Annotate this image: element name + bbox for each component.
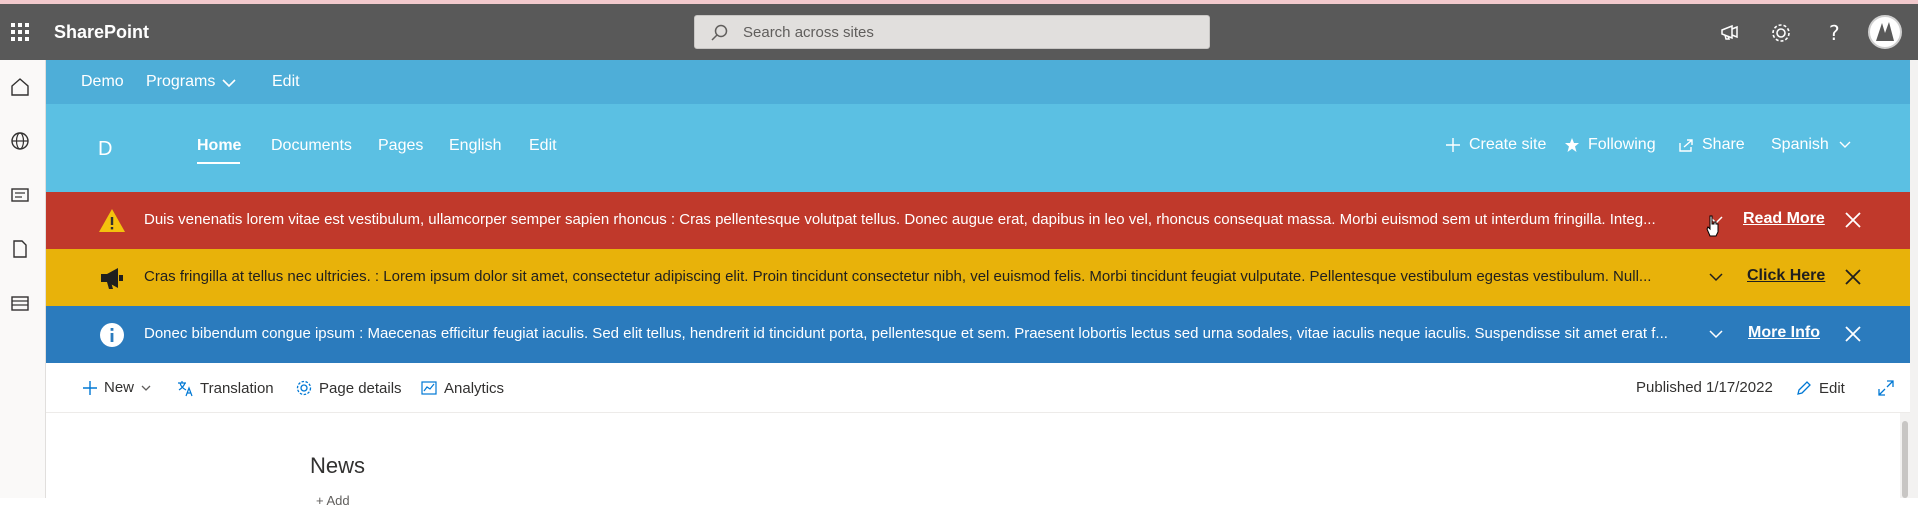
avatar[interactable]	[1868, 15, 1902, 49]
command-bar: New Translation Page details Analytics P…	[46, 363, 1910, 413]
scrollbar-thumb[interactable]	[1902, 421, 1908, 498]
file-icon[interactable]	[9, 238, 31, 260]
site-nav-pages[interactable]: Pages	[378, 137, 423, 155]
chevron-down-icon[interactable]	[1707, 325, 1725, 343]
site-header: D Home Documents Pages English Edit Crea…	[46, 104, 1910, 192]
plus-icon	[83, 380, 97, 395]
gear-icon	[296, 380, 312, 396]
share-label: Share	[1702, 136, 1745, 153]
gear-icon[interactable]	[1768, 20, 1794, 46]
megaphone-icon	[101, 268, 123, 289]
page-details-button[interactable]: Page details	[295, 379, 402, 397]
app-title[interactable]: SharePoint	[54, 22, 149, 43]
more-info-link[interactable]: More Info	[1748, 324, 1820, 342]
click-here-link[interactable]: Click Here	[1747, 267, 1825, 285]
published-status: Published 1/17/2022	[1636, 379, 1773, 396]
site-nav-documents[interactable]: Documents	[271, 137, 352, 155]
hub-nav-demo[interactable]: Demo	[81, 73, 124, 91]
add-news-link[interactable]: + Add	[316, 493, 350, 508]
hub-nav-programs[interactable]: Programs	[146, 73, 215, 91]
help-icon[interactable]: ?	[1821, 20, 1847, 46]
close-icon[interactable]	[1844, 268, 1862, 286]
chevron-down-icon	[141, 385, 151, 391]
pencil-icon	[1797, 381, 1811, 395]
chevron-down-icon[interactable]	[1707, 268, 1725, 286]
svg-text:?: ?	[1829, 21, 1840, 45]
banner-text: Cras fringilla at tellus nec ultricies. …	[144, 268, 1652, 285]
share-button[interactable]: Share	[1678, 136, 1745, 154]
expand-icon[interactable]	[1877, 379, 1895, 397]
banner-text: Donec bibendum congue ipsum : Maecenas e…	[144, 325, 1668, 342]
chevron-down-icon[interactable]	[221, 77, 237, 89]
chevron-down-icon	[1839, 141, 1851, 148]
page-gutter	[1910, 60, 1918, 498]
search-box[interactable]: Search across sites	[694, 15, 1210, 49]
create-site-button[interactable]: Create site	[1445, 136, 1546, 154]
vertical-scrollbar[interactable]	[1900, 413, 1910, 498]
active-tab-indicator	[197, 162, 240, 164]
megaphone-icon[interactable]	[1717, 20, 1743, 46]
analytics-label: Analytics	[444, 379, 505, 397]
language-label: Spanish	[1771, 136, 1829, 153]
suite-bar: SharePoint Search across sites ?	[0, 4, 1918, 60]
translation-icon	[178, 381, 193, 397]
search-icon	[711, 24, 728, 41]
plus-icon	[1446, 138, 1460, 152]
hub-nav-edit[interactable]: Edit	[272, 73, 300, 91]
site-logo[interactable]: D	[98, 138, 112, 161]
app-bar	[0, 60, 46, 498]
close-icon[interactable]	[1844, 211, 1862, 229]
edit-label: Edit	[1819, 379, 1845, 397]
share-icon	[1679, 139, 1693, 152]
site-nav-english[interactable]: English	[449, 137, 501, 155]
globe-icon[interactable]	[9, 130, 31, 152]
translation-button[interactable]: Translation	[176, 379, 274, 397]
close-icon[interactable]	[1844, 325, 1862, 343]
site-nav-home[interactable]: Home	[197, 137, 241, 155]
new-button[interactable]: New	[82, 379, 152, 396]
star-icon	[1565, 138, 1579, 152]
create-site-label: Create site	[1469, 136, 1547, 153]
news-section-title: News	[310, 453, 366, 478]
info-icon	[100, 323, 124, 347]
following-button[interactable]: Following	[1564, 136, 1656, 154]
edit-button[interactable]: Edit	[1795, 379, 1845, 397]
analytics-button[interactable]: Analytics	[420, 379, 504, 397]
waffle-icon[interactable]	[8, 20, 32, 44]
avatar-image	[1876, 22, 1894, 41]
alert-banner-blue: Donec bibendum congue ipsum : Maecenas e…	[46, 306, 1910, 363]
following-label: Following	[1588, 136, 1656, 153]
home-icon[interactable]	[9, 76, 31, 98]
search-placeholder: Search across sites	[743, 24, 874, 41]
page-details-label: Page details	[319, 379, 402, 397]
banner-text: Duis venenatis lorem vitae est vestibulu…	[144, 211, 1656, 228]
page-content: News + Add	[46, 413, 1910, 508]
new-label: New	[104, 379, 135, 396]
alert-banner-red: Duis venenatis lorem vitae est vestibulu…	[46, 192, 1910, 249]
site-nav-edit[interactable]: Edit	[529, 137, 557, 155]
list-icon[interactable]	[9, 292, 31, 314]
news-icon[interactable]	[9, 184, 31, 206]
translation-label: Translation	[200, 379, 274, 397]
analytics-icon	[421, 381, 437, 395]
language-selector[interactable]: Spanish	[1771, 136, 1853, 154]
warning-icon	[99, 209, 125, 232]
read-more-link[interactable]: Read More	[1743, 210, 1825, 228]
hand-cursor-icon	[1706, 215, 1719, 237]
alert-banner-yellow: Cras fringilla at tellus nec ultricies. …	[46, 249, 1910, 306]
hub-navigation: Demo Programs Edit	[46, 60, 1910, 104]
